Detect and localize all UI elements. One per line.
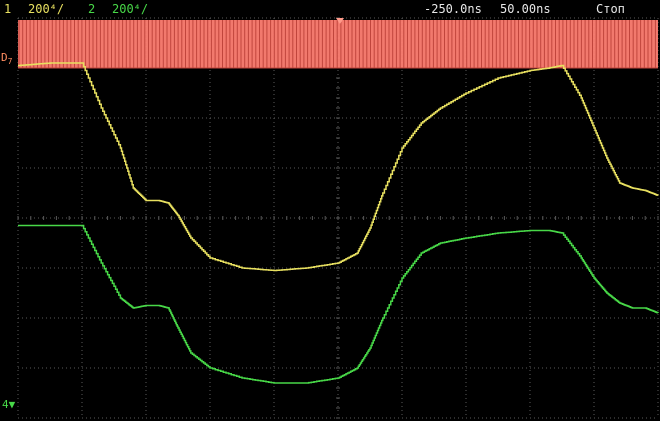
- digital-label-letter: D: [1, 51, 8, 64]
- waveform-area: [17, 17, 659, 419]
- waveform-2: [18, 224, 659, 384]
- oscilloscope-display: 1 200⁴/ 2 200⁴/ -250.0ns 50.00ns Стоп D7…: [0, 0, 660, 421]
- digital-bus-band: [18, 20, 658, 68]
- digital-label-index: 7: [7, 57, 13, 67]
- digital-channel-label: D7: [1, 51, 12, 66]
- ground-marker-text: 4: [2, 398, 9, 411]
- ground-marker-icon: 4▼: [2, 398, 16, 411]
